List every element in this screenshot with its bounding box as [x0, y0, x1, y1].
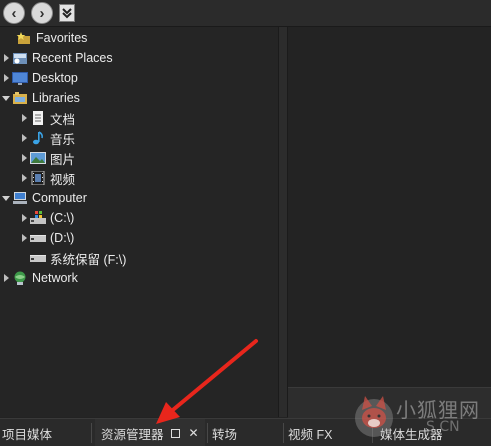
tree-item-label: 视频 [50, 172, 76, 187]
fox-logo-icon [355, 396, 393, 437]
libraries-icon [12, 91, 28, 105]
explorer-toolbar: ‹ › [0, 0, 491, 27]
close-icon[interactable]: ✕ [188, 426, 200, 440]
tab-transitions[interactable]: 转场 [212, 419, 282, 446]
tab-divider [91, 423, 92, 443]
tab-label: 资源管理器 [101, 427, 164, 442]
tab-divider [283, 423, 284, 443]
tree-item-label: Desktop [32, 71, 78, 85]
tree-item-label: (C:\) [50, 211, 75, 225]
system-drive-icon [30, 211, 46, 225]
tab-explorer[interactable]: 资源管理器 ✕ [95, 419, 205, 446]
tree-item-network[interactable]: Network [0, 268, 78, 288]
expand-arrow-icon[interactable] [18, 228, 30, 248]
expand-arrow-icon[interactable] [18, 128, 30, 148]
tree-item-label: 系统保留 (F:\) [50, 252, 127, 267]
tree-item-label: 图片 [50, 152, 76, 167]
watermark: 小狐狸网 S.CN [352, 386, 491, 446]
tree-item-documents[interactable]: 文档 [18, 108, 75, 128]
tree-item-label: Favorites [36, 31, 88, 45]
music-icon [30, 131, 46, 145]
tree-item-drive-d[interactable]: (D:\) [18, 228, 74, 248]
tree-item-label: 音乐 [50, 132, 76, 147]
expand-arrow-icon[interactable] [18, 108, 30, 128]
view-dropdown-button[interactable] [59, 4, 75, 22]
tree-item-drive-c[interactable]: (C:\) [18, 208, 74, 228]
star-folder-icon [16, 31, 32, 45]
tab-project-media[interactable]: 项目媒体 [2, 419, 90, 446]
back-arrow-icon: ‹ [11, 4, 17, 22]
tree-item-favorites[interactable]: Favorites [0, 28, 87, 48]
tab-label: 视频 FX [288, 427, 333, 442]
tree-item-label: Computer [32, 191, 87, 205]
tab-label: 转场 [212, 427, 238, 442]
back-button[interactable]: ‹ [3, 2, 25, 24]
expand-arrow-icon[interactable] [0, 68, 12, 88]
collapse-arrow-icon[interactable] [0, 88, 12, 108]
watermark-subtext: S.CN [426, 419, 460, 435]
tree-item-recent-places[interactable]: Recent Places [0, 48, 113, 68]
folder-tree-panel: Favorites Recent Places Desktop Librarie… [0, 27, 278, 417]
tree-item-pictures[interactable]: 图片 [18, 148, 75, 168]
expand-arrow-icon[interactable] [18, 168, 30, 188]
forward-arrow-icon: › [39, 4, 45, 22]
app-window: ‹ › Favorites Recent Places Desktop Libr… [0, 0, 491, 446]
tree-item-label: 文档 [50, 112, 76, 127]
tree-item-label: Recent Places [32, 51, 113, 65]
drive-icon [30, 251, 46, 265]
drive-icon [30, 231, 46, 245]
tree-item-libraries[interactable]: Libraries [0, 88, 80, 108]
tree-item-computer[interactable]: Computer [0, 188, 87, 208]
tab-label: 项目媒体 [2, 427, 53, 442]
picture-icon [30, 151, 46, 165]
expand-arrow-icon[interactable] [18, 148, 30, 168]
file-list-panel[interactable] [288, 27, 491, 387]
computer-icon [12, 191, 28, 205]
tree-item-videos[interactable]: 视频 [18, 168, 75, 188]
tree-item-music[interactable]: 音乐 [18, 128, 75, 148]
network-icon [12, 271, 28, 285]
tree-item-drive-f[interactable]: 系统保留 (F:\) [18, 248, 126, 268]
double-chevron-down-icon [62, 8, 72, 19]
tree-item-label: Network [32, 271, 78, 285]
collapse-arrow-icon[interactable] [0, 188, 12, 208]
video-icon [30, 170, 46, 186]
recent-places-icon [12, 51, 28, 65]
expand-arrow-icon[interactable] [0, 48, 12, 68]
tree-item-label: (D:\) [50, 231, 75, 245]
tree-item-desktop[interactable]: Desktop [0, 68, 78, 88]
desktop-icon [12, 71, 28, 85]
document-icon [30, 111, 46, 125]
restore-window-icon[interactable] [170, 427, 182, 439]
panel-splitter[interactable] [278, 27, 288, 417]
tree-item-label: Libraries [32, 91, 80, 105]
expand-arrow-icon[interactable] [18, 208, 30, 228]
expand-arrow-icon[interactable] [0, 268, 12, 288]
forward-button[interactable]: › [31, 2, 53, 24]
tab-divider [207, 423, 208, 443]
